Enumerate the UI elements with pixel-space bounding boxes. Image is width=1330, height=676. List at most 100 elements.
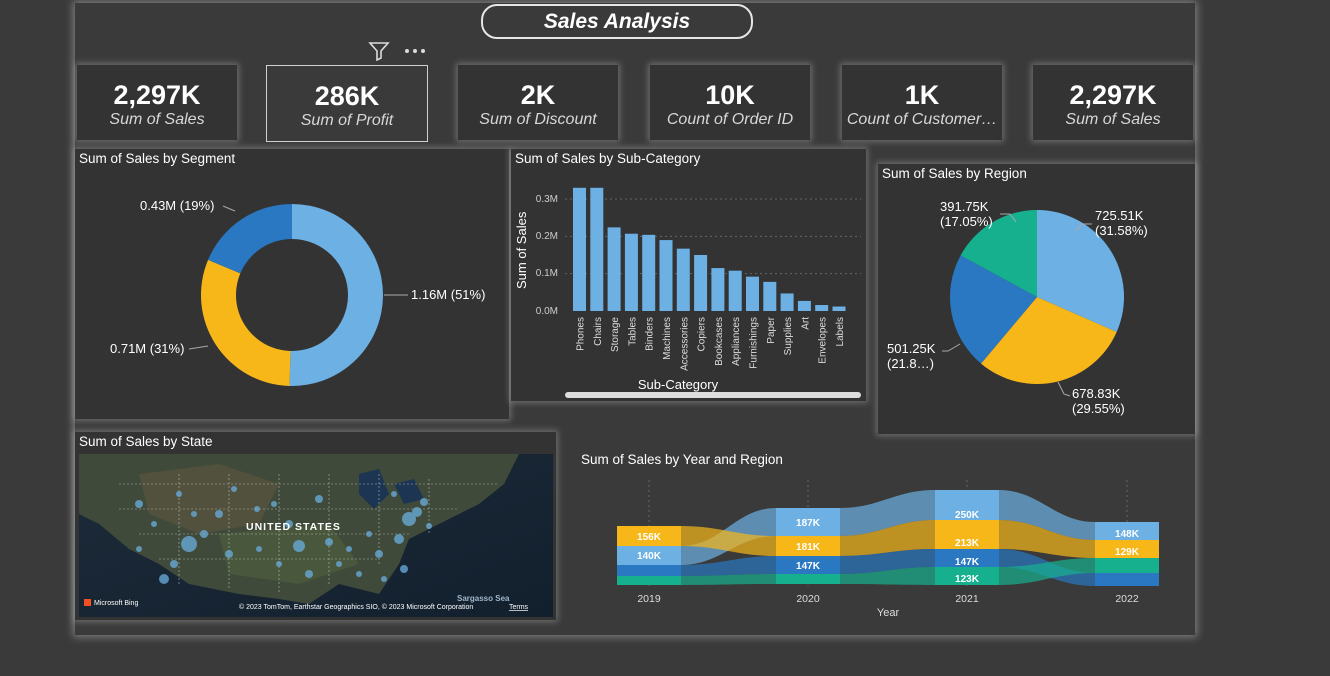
- kpi-label: Count of Customer…: [846, 111, 998, 128]
- bar[interactable]: [832, 306, 846, 311]
- ribbon-column[interactable]: [776, 574, 840, 584]
- state-bubble[interactable]: [151, 521, 157, 527]
- state-map-panel[interactable]: Sum of Sales by State UNITED STATES Sarg…: [75, 432, 556, 620]
- state-bubble[interactable]: [391, 491, 397, 497]
- state-bubble[interactable]: [176, 491, 182, 497]
- state-bubble[interactable]: [225, 550, 233, 558]
- bar[interactable]: [746, 276, 759, 311]
- region-pie-panel[interactable]: Sum of Sales by Region 725.51K (31.58%) 6…: [878, 164, 1195, 434]
- state-bubble[interactable]: [375, 550, 383, 558]
- segment-donut-panel[interactable]: Sum of Sales by Segment 1.16M (51%) 0.71…: [75, 149, 509, 419]
- bar[interactable]: [694, 255, 708, 311]
- more-options-icon[interactable]: [404, 47, 426, 55]
- subcategory-bar-chart: Phones Chairs Storage Tables Binders Machines…: [514, 187, 861, 398]
- state-bubble[interactable]: [315, 495, 323, 503]
- bar[interactable]: [728, 270, 742, 311]
- kpi-value: 2,297K: [1069, 80, 1157, 110]
- panel-title: Sum of Sales by Segment: [79, 151, 236, 166]
- bar[interactable]: [607, 227, 621, 311]
- segment-label-corporate: 0.71M (31%): [110, 341, 184, 356]
- kpi-value: 286K: [314, 81, 380, 111]
- donut-slice[interactable]: [208, 204, 292, 274]
- ribbon-column[interactable]: [1095, 573, 1159, 586]
- bar[interactable]: [659, 240, 673, 311]
- state-bubble[interactable]: [356, 571, 362, 577]
- year-region-ribbon-panel[interactable]: Sum of Sales by Year and Region 2019 202…: [577, 450, 1195, 628]
- kpi-value: 2,297K: [113, 80, 201, 110]
- kpi-label: Sum of Sales: [109, 111, 205, 128]
- state-bubble[interactable]: [256, 546, 262, 552]
- state-bubble[interactable]: [381, 576, 387, 582]
- state-bubble[interactable]: [215, 510, 223, 518]
- state-bubble[interactable]: [181, 536, 197, 552]
- ribbon-label: 123K: [955, 574, 980, 585]
- kpi-card-profit[interactable]: 286K Sum of Profit: [266, 65, 428, 142]
- x-tick-label: Paper: [766, 316, 777, 343]
- donut-slice[interactable]: [289, 204, 383, 386]
- x-tick-label: Appliances: [731, 317, 742, 366]
- bar[interactable]: [590, 187, 604, 311]
- bar[interactable]: [711, 268, 725, 311]
- x-tick-label: 2020: [796, 593, 820, 605]
- bar[interactable]: [642, 234, 656, 311]
- state-bubble[interactable]: [400, 565, 408, 573]
- kpi-card-customers[interactable]: 1K Count of Customer…: [842, 65, 1002, 140]
- filter-icon[interactable]: [368, 41, 390, 61]
- state-bubble[interactable]: [412, 507, 422, 517]
- state-bubble[interactable]: [170, 560, 178, 568]
- region-pie-chart: 725.51K (31.58%) 678.83K (29.55%) 501.25K(…: [887, 199, 1148, 416]
- kpi-card-discount[interactable]: 2K Sum of Discount: [458, 65, 618, 140]
- segment-label-home-office: 0.43M (19%): [140, 198, 214, 213]
- bing-logo-icon: [84, 599, 91, 606]
- bar[interactable]: [763, 281, 777, 311]
- kpi-label: Count of Order ID: [666, 111, 794, 128]
- state-bubble[interactable]: [305, 570, 313, 578]
- ribbon-column[interactable]: [617, 576, 681, 585]
- state-bubble[interactable]: [325, 538, 333, 546]
- segment-donut-chart: 1.16M (51%) 0.71M (31%) 0.43M (19%): [110, 198, 485, 386]
- bar[interactable]: [676, 248, 690, 311]
- state-bubble[interactable]: [254, 506, 260, 512]
- ribbon-column[interactable]: [1095, 558, 1159, 573]
- bar[interactable]: [573, 187, 586, 311]
- kpi-card-sales[interactable]: 2,297K Sum of Sales: [77, 65, 237, 140]
- state-bubble[interactable]: [200, 530, 208, 538]
- state-bubble[interactable]: [135, 500, 143, 508]
- bar[interactable]: [780, 293, 794, 311]
- state-bubble[interactable]: [394, 534, 404, 544]
- state-bubble[interactable]: [366, 531, 372, 537]
- state-bubble[interactable]: [293, 540, 305, 552]
- state-bubble[interactable]: [136, 546, 142, 552]
- subcategory-bar-panel[interactable]: Sum of Sales by Sub-Category Phones Chair…: [511, 149, 866, 401]
- bar[interactable]: [797, 300, 811, 311]
- state-map[interactable]: UNITED STATES Sargasso Sea Microsoft Bin…: [79, 454, 553, 617]
- state-bubble[interactable]: [231, 486, 237, 492]
- donut-slice[interactable]: [201, 259, 291, 386]
- ribbon-label: 187K: [796, 518, 821, 529]
- bar[interactable]: [815, 305, 829, 311]
- state-bubble[interactable]: [159, 574, 169, 584]
- panel-title: Sum of Sales by Region: [882, 166, 1027, 181]
- x-axis-title: Year: [877, 607, 900, 619]
- region-label-central: 501.25K (21.8…): [887, 341, 936, 371]
- map-brand: Microsoft Bing: [94, 600, 138, 607]
- bar[interactable]: [624, 233, 638, 311]
- state-bubble[interactable]: [346, 546, 352, 552]
- map-terms-link[interactable]: Terms: [509, 604, 529, 611]
- kpi-card-sales-2[interactable]: 2,297K Sum of Sales: [1033, 65, 1193, 140]
- state-bubble[interactable]: [426, 523, 432, 529]
- state-bubble[interactable]: [336, 561, 342, 567]
- state-bubble[interactable]: [191, 511, 197, 517]
- region-label-south: 391.75K (17.05%): [940, 199, 993, 229]
- ribbon-label: 129K: [1115, 547, 1140, 558]
- x-tick-label: Tables: [627, 317, 638, 346]
- x-tick-label: Bookcases: [714, 317, 725, 366]
- report-canvas: Sales Analysis 2,297K Sum of Sales 286K …: [75, 3, 1195, 635]
- state-bubble[interactable]: [420, 498, 428, 506]
- kpi-card-orders[interactable]: 10K Count of Order ID: [650, 65, 810, 140]
- state-bubble[interactable]: [271, 501, 277, 507]
- state-bubble[interactable]: [276, 561, 282, 567]
- horizontal-scrollbar[interactable]: [565, 392, 861, 398]
- ribbon-column[interactable]: [617, 565, 681, 576]
- segment-label-consumer: 1.16M (51%): [411, 287, 485, 302]
